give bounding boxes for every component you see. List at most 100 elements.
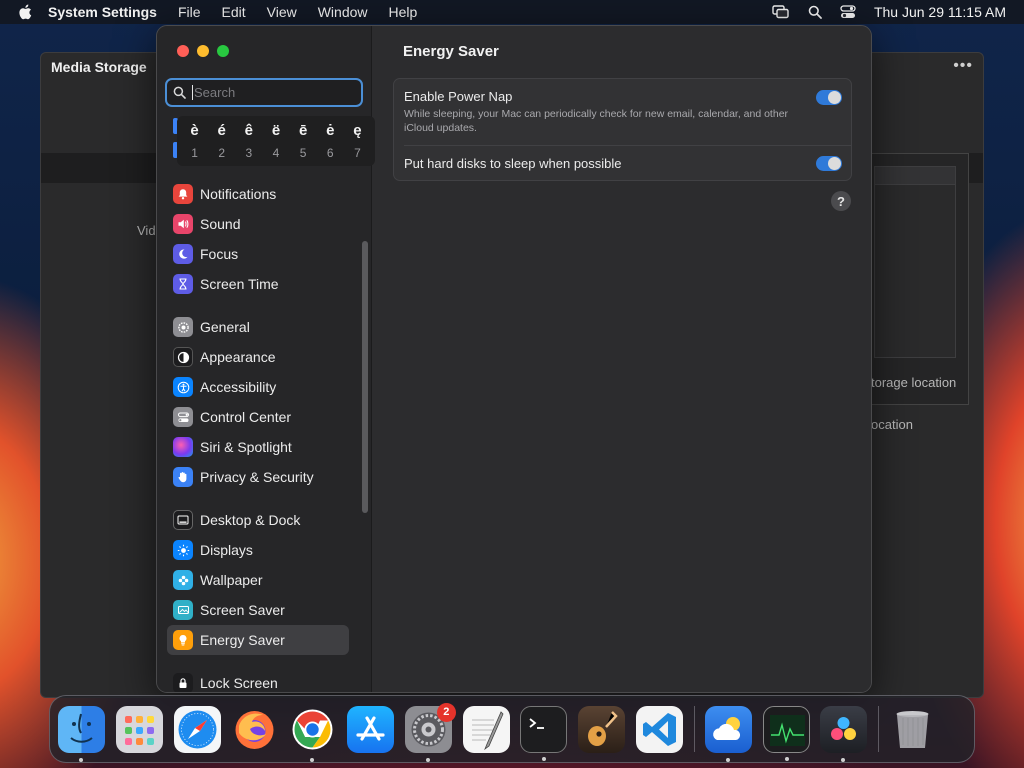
sidebar-item-notifications[interactable]: Notifications [167,179,349,209]
dock-separator [878,706,880,752]
dock-terminal[interactable] [520,705,568,761]
dock-safari[interactable] [173,705,221,753]
accent-shortcut-number: 1 [191,146,198,160]
sidebar-item-accessibility[interactable]: Accessibility [167,372,349,402]
sidebar-item-label: Lock Screen [200,675,278,691]
dock-vscode[interactable] [635,705,683,753]
dock-davinci-resolve[interactable] [820,705,868,762]
zoom-window-button[interactable] [217,45,229,57]
activity-monitor-icon [769,714,805,746]
sidebar-item-screen-time[interactable]: Screen Time [167,269,349,299]
menu-help[interactable]: Help [389,4,418,20]
dock-app-store[interactable] [346,705,394,753]
sidebar-item-label: Notifications [200,186,277,202]
accent-character-popup: è1 é2 ê3 ë4 ē5 ė6 ę7 [177,116,375,166]
close-window-button[interactable] [177,45,189,57]
accent-option[interactable]: è1 [181,120,208,162]
search-icon [173,86,186,99]
sidebar-item-siri-spotlight[interactable]: Siri & Spotlight [167,432,349,462]
menu-clock[interactable]: Thu Jun 29 11:15 AM [874,4,1006,20]
dock-trash[interactable] [889,706,936,753]
sidebar-item-label: Appearance [200,349,276,365]
textedit-icon [471,710,504,750]
running-indicator [841,757,846,762]
menu-file[interactable]: File [178,4,201,20]
sidebar-item-desktop-dock[interactable]: Desktop & Dock [167,505,349,535]
accent-shortcut-number: 2 [218,146,226,160]
sidebar-item-control-center[interactable]: Control Center [167,402,349,432]
power-nap-toggle[interactable] [816,90,842,105]
sidebar-item-sound[interactable]: Sound [167,209,349,239]
control-center-icon [173,407,193,427]
menu-edit[interactable]: Edit [222,4,246,20]
safari-icon [178,710,217,748]
dock-chrome[interactable] [289,706,336,762]
dock-garageband[interactable] [578,705,626,753]
storage-location-label-fragment: torage location [871,375,957,390]
accent-option[interactable]: é2 [208,120,235,162]
hard-disk-sleep-row: Put hard disks to sleep when possible [404,156,841,171]
accent-option[interactable]: ė6 [317,120,344,162]
search-field[interactable] [165,78,363,107]
accent-shortcut-number: 4 [272,146,280,160]
dock-system-settings[interactable]: 2 [404,702,456,762]
dock-weather[interactable] [704,705,752,762]
page-title: Energy Saver [403,43,499,60]
dock-separator [693,706,695,752]
accent-option[interactable]: ē5 [290,120,317,162]
weather-icon [712,716,740,740]
garageband-icon [588,710,618,746]
location-label-fragment: ocation [871,417,913,432]
accent-char: é [217,122,226,139]
vscode-icon [642,712,676,746]
dock-firefox[interactable] [231,706,278,753]
menu-app-name[interactable]: System Settings [48,4,157,20]
toggle-knob [828,91,841,104]
sidebar-item-general[interactable]: General [167,312,349,342]
screen-saver-icon [173,600,193,620]
sidebar-item-appearance[interactable]: Appearance [167,342,349,372]
sidebar-item-lock-screen[interactable]: Lock Screen [167,668,349,692]
dock-textedit[interactable] [462,705,510,753]
sidebar-scrollbar[interactable] [362,241,368,513]
control-center-menu-icon[interactable] [840,5,856,19]
accent-option[interactable]: ę7 [344,120,371,162]
apple-menu-icon[interactable] [18,4,32,20]
help-button[interactable]: ? [831,191,851,211]
chrome-icon [292,709,333,749]
dock-activity-monitor[interactable] [762,705,810,761]
accent-char: ê [244,122,254,139]
energy-settings-group: Enable Power Nap While sleeping, your Ma… [393,78,852,181]
sidebar-group-desktop: Desktop & Dock Displays Wallpaper Screen… [167,505,349,655]
sidebar-item-energy-saver[interactable]: Energy Saver [167,625,349,655]
sidebar-item-wallpaper[interactable]: Wallpaper [167,565,349,595]
running-indicator [784,756,789,761]
sidebar-item-displays[interactable]: Displays [167,535,349,565]
minimize-window-button[interactable] [197,45,209,57]
menu-view[interactable]: View [267,4,297,20]
sidebar-item-privacy-security[interactable]: Privacy & Security [167,462,349,492]
accent-option[interactable]: ê3 [235,120,262,162]
spotlight-search-icon[interactable] [808,5,822,19]
more-options-icon[interactable]: ••• [953,57,973,75]
dock-launchpad[interactable] [115,705,163,753]
hard-disk-sleep-label: Put hard disks to sleep when possible [404,156,622,171]
screen-mirroring-icon[interactable] [772,5,790,19]
hourglass-icon [173,274,193,294]
sidebar-item-focus[interactable]: Focus [167,239,349,269]
lock-icon [173,673,193,692]
sidebar-item-screen-saver[interactable]: Screen Saver [167,595,349,625]
sidebar-item-label: Focus [200,246,239,262]
accent-option[interactable]: ë4 [262,120,289,162]
search-input[interactable] [192,85,342,100]
sidebar-item-label: Desktop & Dock [200,512,301,528]
sidebar-item-label: Displays [200,542,253,558]
running-indicator [725,757,730,762]
sun-icon [173,540,193,560]
hard-disk-sleep-toggle[interactable] [816,156,842,171]
accent-char: ë [271,122,281,139]
accent-char: ė [326,122,335,139]
menu-window[interactable]: Window [318,4,368,20]
dock-finder[interactable] [58,705,105,762]
sidebar-item-label: General [200,319,250,335]
